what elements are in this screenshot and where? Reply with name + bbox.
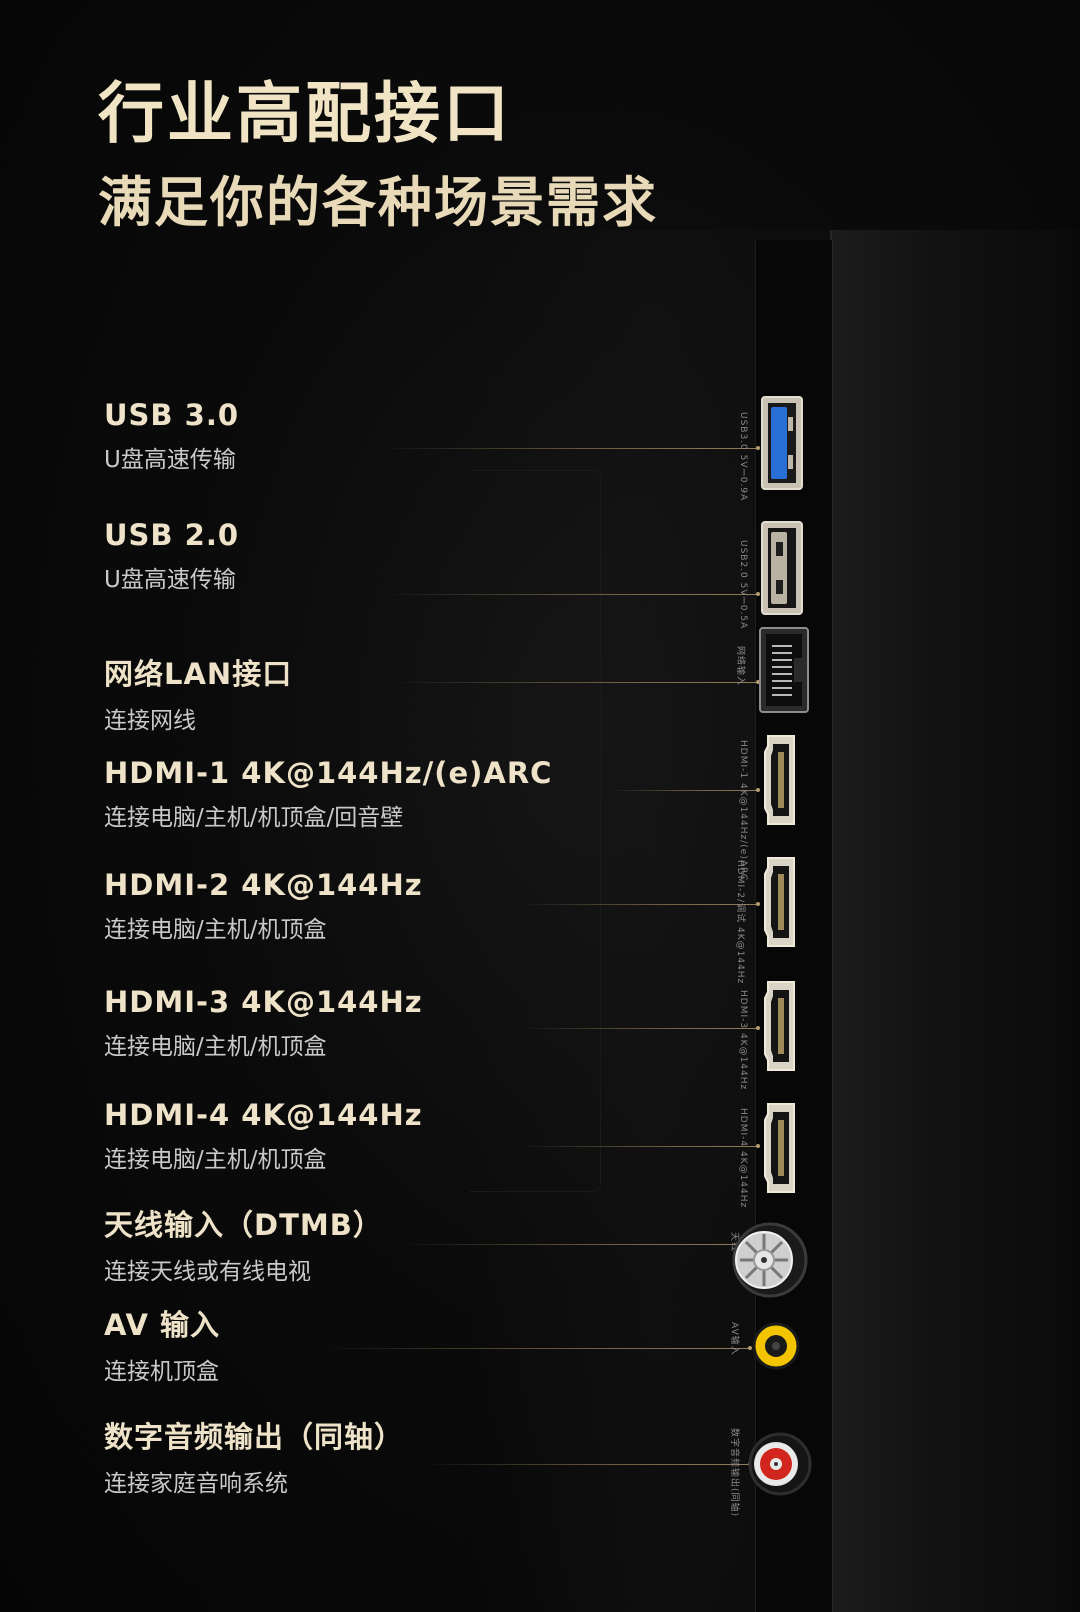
port-desc: 连接电脑/主机/机顶盒/回音壁	[104, 805, 404, 831]
leader-line	[420, 1464, 750, 1465]
port-label-hdmi2: HDMI-2 4K@144Hz 连接电脑/主机/机顶盒	[104, 868, 423, 944]
leader-line	[520, 1146, 758, 1147]
port-title: USB 3.0	[104, 398, 240, 432]
port-title: 数字音频输出（同轴）	[104, 1420, 405, 1454]
av-port-icon	[752, 1322, 800, 1370]
hdmi-port-icon	[764, 1103, 795, 1193]
leader-line	[520, 1028, 758, 1029]
port-title: 网络LAN接口	[104, 657, 293, 691]
leader-line	[380, 594, 758, 595]
port-marking: USB3.0 5V⎓0.9A	[738, 412, 748, 502]
port-marking: 网络输入	[735, 646, 745, 687]
port-desc: 连接网线	[104, 708, 196, 734]
port-title: HDMI-1 4K@144Hz/(e)ARC	[104, 756, 553, 790]
tv-back-panel	[830, 230, 1080, 1612]
port-desc: 连接天线或有线电视	[104, 1259, 311, 1285]
hdmi-port-icon	[764, 981, 795, 1071]
port-label-usb2: USB 2.0 U盘高速传输	[104, 518, 239, 594]
leader-line	[380, 448, 758, 449]
port-title: 天线输入（DTMB）	[104, 1208, 383, 1242]
port-desc: 连接电脑/主机/机顶盒	[104, 917, 327, 943]
port-desc: U盘高速传输	[104, 567, 236, 593]
port-marking: HDMI-2/调试 4K@144Hz	[735, 860, 745, 985]
lan-port-icon	[759, 627, 809, 713]
leader-dot	[756, 1144, 760, 1148]
leader-line	[400, 1244, 750, 1245]
port-label-hdmi1: HDMI-1 4K@144Hz/(e)ARC 连接电脑/主机/机顶盒/回音壁	[104, 756, 552, 832]
port-label-usb3: USB 3.0 U盘高速传输	[104, 398, 239, 474]
port-marking: HDMI-3 4K@144Hz	[738, 990, 748, 1091]
port-title: USB 2.0	[104, 518, 240, 552]
port-marking: USB2.0 5V⎓0.5A	[738, 540, 748, 630]
leader-line	[390, 682, 758, 683]
coaxial-port-icon	[748, 1432, 812, 1496]
port-title: HDMI-4 4K@144Hz	[104, 1098, 423, 1132]
page-title: 行业高配接口	[98, 75, 512, 152]
antenna-port-icon	[732, 1222, 808, 1298]
port-label-coaxial: 数字音频输出（同轴） 连接家庭音响系统	[104, 1414, 404, 1498]
port-title: HDMI-3 4K@144Hz	[104, 985, 423, 1019]
port-label-hdmi3: HDMI-3 4K@144Hz 连接电脑/主机/机顶盒	[104, 985, 423, 1061]
hdmi-port-icon	[764, 735, 795, 825]
usb3-port-icon	[761, 396, 803, 490]
usb2-port-icon	[761, 521, 803, 615]
port-desc: 连接电脑/主机/机顶盒	[104, 1034, 327, 1060]
port-label-lan: 网络LAN接口 连接网线	[104, 651, 292, 735]
port-label-hdmi4: HDMI-4 4K@144Hz 连接电脑/主机/机顶盒	[104, 1098, 423, 1174]
port-desc: 连接机顶盒	[104, 1359, 219, 1385]
port-marking: HDMI-4 4K@144Hz	[738, 1108, 748, 1209]
leader-dot	[756, 788, 760, 792]
port-title: AV 输入	[104, 1308, 221, 1342]
hdmi-port-icon	[764, 857, 795, 947]
port-title: HDMI-2 4K@144Hz	[104, 868, 423, 902]
port-desc: U盘高速传输	[104, 447, 236, 473]
leader-dot	[756, 902, 760, 906]
port-desc: 连接家庭音响系统	[104, 1471, 288, 1497]
port-label-av: AV 输入 连接机顶盒	[104, 1302, 220, 1386]
leader-line	[610, 790, 758, 791]
leader-dot	[756, 1026, 760, 1030]
port-label-antenna: 天线输入（DTMB） 连接天线或有线电视	[104, 1202, 383, 1286]
page-subtitle: 满足你的各种场景需求	[98, 171, 658, 234]
leader-line	[320, 1348, 750, 1349]
port-marking: AV输入	[729, 1322, 739, 1356]
port-desc: 连接电脑/主机/机顶盒	[104, 1147, 327, 1173]
leader-line	[520, 904, 758, 905]
